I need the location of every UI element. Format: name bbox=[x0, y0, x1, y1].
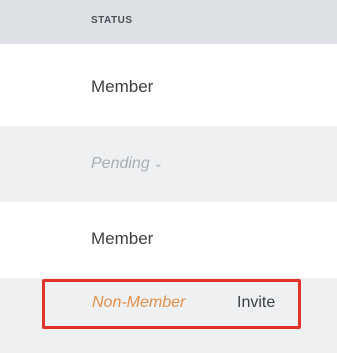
status-column-header: STATUS bbox=[91, 15, 133, 26]
status-table: STATUS Member Pending ⌄ Member Non-Member… bbox=[0, 0, 337, 353]
status-member: Member bbox=[91, 229, 154, 248]
table-row: Member bbox=[0, 202, 337, 278]
table-row: Member bbox=[0, 44, 337, 126]
status-member: Member bbox=[91, 77, 154, 96]
invite-link[interactable]: Invite bbox=[237, 294, 275, 312]
table-row: Pending ⌄ bbox=[0, 126, 337, 202]
chevron-down-icon: ⌄ bbox=[153, 158, 163, 170]
status-non-member: Non-Member bbox=[92, 294, 186, 311]
table-header: STATUS bbox=[0, 0, 337, 44]
status-pending-dropdown[interactable]: Pending ⌄ bbox=[91, 155, 163, 173]
status-pending-label: Pending bbox=[91, 155, 150, 172]
